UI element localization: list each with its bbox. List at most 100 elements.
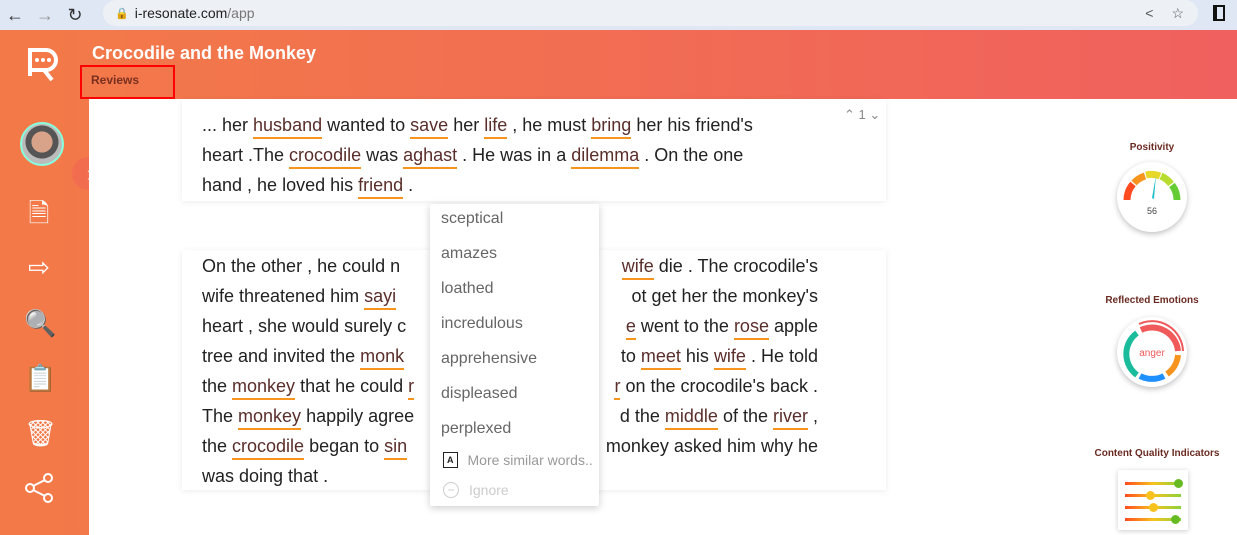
- suggestion-item[interactable]: perplexed: [441, 420, 511, 438]
- dictionary-icon: A: [443, 452, 458, 468]
- address-bar[interactable]: 🔒 i-resonate.com/app < ☆: [103, 0, 1198, 26]
- flagged-word[interactable]: dilemma: [571, 145, 640, 169]
- text: d the: [619, 406, 665, 426]
- url-path: /app: [227, 5, 255, 21]
- avatar[interactable]: [20, 122, 64, 166]
- text: ... her: [202, 115, 254, 135]
- text: on the crocodile's back .: [620, 376, 818, 396]
- flagged-word[interactable]: meet: [640, 346, 681, 370]
- text: the: [202, 436, 233, 456]
- quality-slider: [1125, 479, 1184, 488]
- editor-area: ... her husband wanted to save her life …: [89, 99, 1237, 535]
- emotions-title: Reflected Emotions: [1105, 295, 1199, 306]
- breadcrumb-reviews[interactable]: Reviews: [80, 65, 175, 99]
- text: hand , he loved his: [202, 175, 359, 195]
- flagged-word[interactable]: monk: [360, 346, 405, 370]
- emotions-donut[interactable]: anger: [1117, 317, 1187, 387]
- flagged-word[interactable]: life: [484, 115, 508, 139]
- positivity-title: Positivity: [1129, 142, 1175, 153]
- star-icon[interactable]: ☆: [1171, 5, 1184, 22]
- app: › 🗎 ⇨ 🔍 📋 🗑 Crocodile and the Monkey Rev…: [0, 30, 1237, 535]
- quality-slider: [1125, 503, 1181, 512]
- text: apple: [768, 316, 818, 336]
- lock-icon: 🔒: [115, 7, 129, 20]
- flagged-word[interactable]: monkey: [238, 406, 302, 430]
- page-title: Crocodile and the Monkey: [92, 43, 317, 63]
- text: monkey asked him why he: [605, 436, 818, 456]
- flagged-word[interactable]: e: [625, 316, 636, 340]
- back-icon[interactable]: ←: [0, 5, 30, 26]
- browser-toolbar: ← → ↻ 🔒 i-resonate.com/app < ☆: [0, 0, 1237, 30]
- flagged-word[interactable]: save: [410, 115, 449, 139]
- text-fragment: was doing that .: [202, 466, 328, 490]
- suggestion-item[interactable]: incredulous: [441, 315, 523, 333]
- text: to: [620, 346, 641, 366]
- share-icon[interactable]: <: [1145, 5, 1153, 22]
- positivity-gauge[interactable]: 56: [1117, 162, 1187, 232]
- text-fragment: wife threatened him sayi: [202, 286, 397, 316]
- checklist-icon[interactable]: 📋: [24, 363, 56, 397]
- minus-circle-icon: −: [443, 482, 459, 498]
- suggestion-item[interactable]: displeased: [441, 385, 518, 403]
- forward-icon[interactable]: →: [30, 5, 60, 26]
- suggestion-item[interactable]: amazes: [441, 245, 497, 263]
- text: was: [361, 145, 404, 165]
- trash-icon[interactable]: 🗑: [24, 418, 57, 452]
- flagged-word[interactable]: monkey: [232, 376, 296, 400]
- side-panel-icon[interactable]: [1213, 5, 1225, 21]
- suggestion-item[interactable]: sceptical: [441, 210, 503, 228]
- flagged-word[interactable]: aghast: [403, 145, 458, 169]
- ignore-button[interactable]: − Ignore: [443, 482, 509, 498]
- quality-indicators[interactable]: [1118, 470, 1188, 530]
- flagged-word[interactable]: wife: [621, 256, 654, 280]
- reload-icon[interactable]: ↻: [60, 5, 90, 26]
- import-document-icon[interactable]: ⇨: [24, 252, 54, 286]
- issue-counter[interactable]: ⌃ 1 ⌄: [844, 107, 880, 123]
- text: went to the: [635, 316, 734, 336]
- quality-slider: [1125, 491, 1181, 500]
- text: . He told: [745, 346, 818, 366]
- search-document-icon[interactable]: 🔍: [24, 308, 56, 342]
- more-similar-words-button[interactable]: A More similar words..: [443, 452, 593, 468]
- text: , he must: [507, 115, 592, 135]
- text: that he could: [295, 376, 409, 396]
- text: .: [403, 175, 414, 195]
- flagged-word[interactable]: sayi: [364, 286, 397, 310]
- text-fragment: monkey asked him why he: [606, 436, 818, 466]
- slider-knob: [1146, 491, 1156, 500]
- suggestion-item[interactable]: loathed: [441, 280, 494, 298]
- text: her: [448, 115, 485, 135]
- text-line: ... her husband wanted to save her life …: [202, 115, 818, 145]
- flagged-word[interactable]: bring: [591, 115, 632, 139]
- text: his: [680, 346, 714, 366]
- sidebar: › 🗎 ⇨ 🔍 📋 🗑: [0, 30, 105, 535]
- synonym-suggestions-menu: sceptical amazes loathed incredulous apprehe…: [430, 204, 599, 506]
- document-icon[interactable]: 🗎: [24, 195, 54, 229]
- paragraph-card: ... her husband wanted to save her life …: [182, 99, 886, 201]
- flagged-word[interactable]: crocodile: [289, 145, 362, 169]
- text-fragment: e went to the rose apple: [625, 316, 818, 346]
- emotion-label: anger: [1139, 348, 1165, 359]
- ignore-label: Ignore: [469, 482, 509, 498]
- share-icon[interactable]: [24, 473, 54, 507]
- flagged-word[interactable]: r: [408, 376, 415, 400]
- flagged-word[interactable]: wife: [713, 346, 746, 370]
- flagged-word[interactable]: middle: [664, 406, 718, 430]
- suggestion-item[interactable]: apprehensive: [441, 350, 537, 368]
- text-fragment: r on the crocodile's back .: [614, 376, 818, 406]
- text: began to: [304, 436, 385, 456]
- text: heart , she would surely c: [202, 316, 407, 336]
- flagged-word[interactable]: river: [772, 406, 808, 430]
- flagged-word[interactable]: sin: [384, 436, 408, 460]
- flagged-word[interactable]: rose: [733, 316, 769, 340]
- text: ,: [807, 406, 818, 426]
- flagged-word[interactable]: crocodile: [232, 436, 305, 460]
- quality-title: Content Quality Indicators: [1094, 448, 1220, 459]
- flagged-word[interactable]: friend: [358, 175, 404, 199]
- text-fragment: d the middle of the river ,: [620, 406, 818, 436]
- flagged-word[interactable]: husband: [253, 115, 323, 139]
- counter-value: 1: [858, 107, 866, 122]
- text: tree and invited the: [202, 346, 361, 366]
- text: The: [202, 406, 239, 426]
- text: heart .The: [202, 145, 290, 165]
